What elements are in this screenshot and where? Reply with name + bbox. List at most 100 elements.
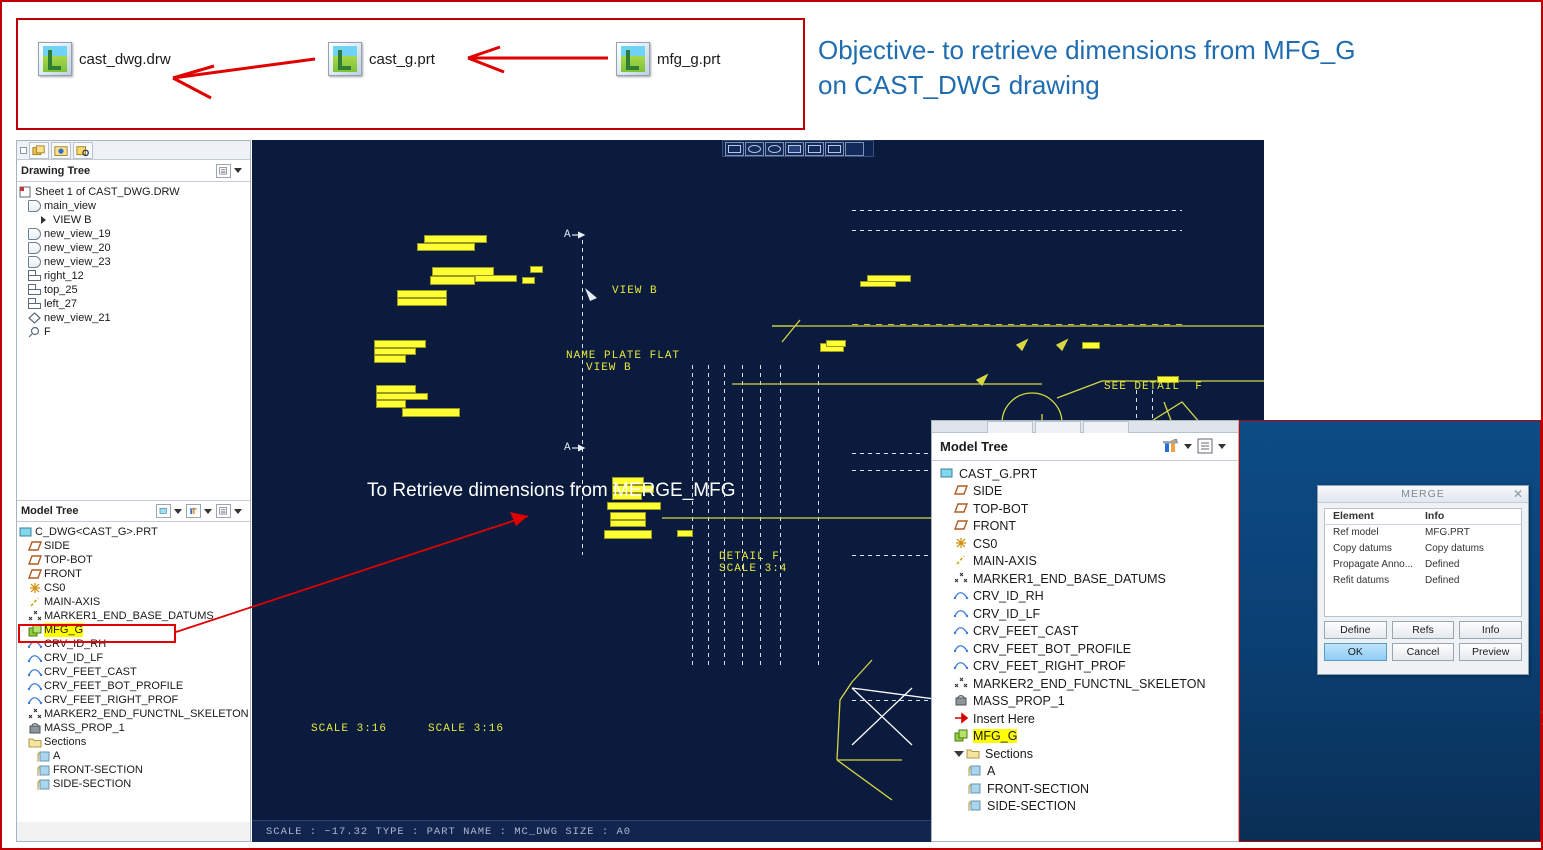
tree-node[interactable]: F [17,325,250,339]
tab-folder-browser[interactable] [1083,421,1129,433]
favorites-folder-icon[interactable] [51,141,71,159]
define-button[interactable]: Define [1324,621,1387,639]
model-tree-tab-icon[interactable] [29,141,49,159]
tree-node[interactable]: MARKER2_END_FUNCTNL_SKELETON [17,707,250,721]
column-display-icon[interactable] [216,504,231,518]
section-icon [37,764,50,776]
chevron-down-icon[interactable] [1218,444,1226,449]
tree-node[interactable]: right_12 [17,269,250,283]
tree-node[interactable]: CS0 [936,535,1238,553]
tree-node[interactable]: MAIN-AXIS [936,553,1238,571]
tree-node[interactable]: TOP-BOT [17,553,250,567]
tree-node[interactable]: FRONT [936,518,1238,536]
settings-filter-icon[interactable] [1162,438,1181,455]
tab-layer-tree[interactable] [1035,421,1081,433]
merge-table-rows[interactable]: Ref model MFG.PRT Copy datums Copy datums Pr… [1325,525,1521,589]
tree-node[interactable]: CRV_ID_RH [17,637,250,651]
tree-node[interactable]: CRV_FEET_BOT_PROFILE [17,679,250,693]
tree-node[interactable]: FRONT [17,567,250,581]
tree-node[interactable]: SIDE [17,539,250,553]
tree-node[interactable]: CRV_FEET_RIGHT_PROF [17,693,250,707]
dimension-highlight [607,502,661,510]
column-display-icon[interactable] [1196,438,1215,455]
tree-node-label: SIDE [44,540,70,552]
merge-table-row[interactable]: Propagate Anno... Defined [1325,557,1521,573]
preview-button[interactable]: Preview [1459,643,1523,661]
curve-icon [27,652,43,664]
tree-node[interactable]: A [936,763,1238,781]
tree-node[interactable]: new_view_23 [17,255,250,269]
collapse-pane-icon[interactable] [20,146,27,154]
tree-node[interactable]: TOP-BOT [936,500,1238,518]
tree-node[interactable]: SIDE-SECTION [936,798,1238,816]
tree-node[interactable]: CRV_FEET_CAST [936,623,1238,641]
tree-node[interactable]: top_25 [17,283,250,297]
tree-node[interactable]: new_view_21 [17,311,250,325]
tree-node[interactable]: FRONT-SECTION [17,763,250,777]
settings-filter-icon[interactable] [186,504,201,518]
cancel-button[interactable]: Cancel [1391,643,1455,661]
merge-dialog[interactable]: MERGE ✕ Element Info Ref model MFG.PRT Cop… [1317,485,1529,675]
tree-node[interactable]: Sheet 1 of CAST_DWG.DRW [17,185,250,199]
tab-model-tree[interactable] [987,421,1033,433]
tree-node[interactable]: CRV_ID_LF [17,651,250,665]
show-icon[interactable] [156,504,171,518]
tree-node[interactable]: main_view [17,199,250,213]
tree-node[interactable]: SIDE [936,483,1238,501]
sheet-icon [19,186,32,198]
merge-table-row[interactable]: Refit datums Defined [1325,573,1521,589]
tree-node[interactable]: C_DWG<CAST_G>.PRT [17,525,250,539]
tree-node[interactable]: Insert Here [936,710,1238,728]
tree-node[interactable]: Sections [936,745,1238,763]
tree-node[interactable]: CRV_FEET_RIGHT_PROF [936,658,1238,676]
chevron-down-icon[interactable] [174,508,182,514]
tree-node-label: new_view_20 [44,242,111,254]
tree-node[interactable]: new_view_20 [17,241,250,255]
tree-node-label: VIEW B [53,214,92,226]
model-tree-tabs[interactable] [932,421,1238,433]
info-button[interactable]: Info [1459,621,1523,639]
tree-node[interactable]: MASS_PROP_1 [17,721,250,735]
tree-node[interactable]: CRV_ID_LF [936,605,1238,623]
merge-table-row[interactable]: Ref model MFG.PRT [1325,525,1521,541]
search-layers-icon[interactable] [73,141,93,159]
column-display-icon[interactable] [216,163,231,178]
tree-node[interactable]: CS0 [17,581,250,595]
drawing-tree-body[interactable]: Sheet 1 of CAST_DWG.DRW main_view VIEW B ne… [17,182,250,500]
chevron-down-icon[interactable] [234,168,242,173]
tree-node[interactable]: CRV_FEET_BOT_PROFILE [936,640,1238,658]
tree-node[interactable]: left_27 [17,297,250,311]
ok-button[interactable]: OK [1324,643,1387,661]
merge-table-row[interactable]: Copy datums Copy datums [1325,541,1521,557]
tree-node[interactable]: MFG_G [17,623,250,637]
datum-point-icon [28,610,42,622]
chevron-down-icon[interactable] [234,508,242,514]
tree-node[interactable]: FRONT-SECTION [936,780,1238,798]
dimension-highlight [417,243,475,251]
tree-node[interactable]: CAST_G.PRT [936,465,1238,483]
tree-node[interactable]: SIDE-SECTION [17,777,250,791]
close-icon[interactable]: ✕ [1513,487,1523,501]
left-model-tree-body[interactable]: C_DWG<CAST_G>.PRT SIDE TOP-BOT FRONT CS0 MAIN… [17,522,250,822]
tree-node[interactable]: MARKER1_END_BASE_DATUMS [17,609,250,623]
tree-node[interactable]: VIEW B [17,213,250,227]
collapse-triangle-icon[interactable] [954,750,964,757]
tree-node[interactable]: CRV_ID_RH [936,588,1238,606]
tree-node[interactable]: A [17,749,250,763]
refs-button[interactable]: Refs [1391,621,1455,639]
tree-node[interactable]: MARKER1_END_BASE_DATUMS [936,570,1238,588]
tree-node[interactable]: MARKER2_END_FUNCTNL_SKELETON [936,675,1238,693]
tree-node[interactable]: MFG_G [936,728,1238,746]
tree-node[interactable]: MASS_PROP_1 [936,693,1238,711]
label-see-detail-f: SEE DETAIL F [1104,381,1203,393]
column-header-info: Info [1425,510,1445,522]
tree-node-label: MASS_PROP_1 [44,722,125,734]
tree-node-label: SIDE-SECTION [987,799,1076,814]
model-tree-body[interactable]: CAST_G.PRT SIDE TOP-BOT FRONT CS0 MAIN-AXIS MA… [932,461,1238,815]
tree-node[interactable]: MAIN-AXIS [17,595,250,609]
tree-node[interactable]: new_view_19 [17,227,250,241]
tree-node[interactable]: CRV_FEET_CAST [17,665,250,679]
chevron-down-icon[interactable] [204,508,212,514]
tree-node[interactable]: Sections [17,735,250,749]
chevron-down-icon[interactable] [1184,444,1192,449]
